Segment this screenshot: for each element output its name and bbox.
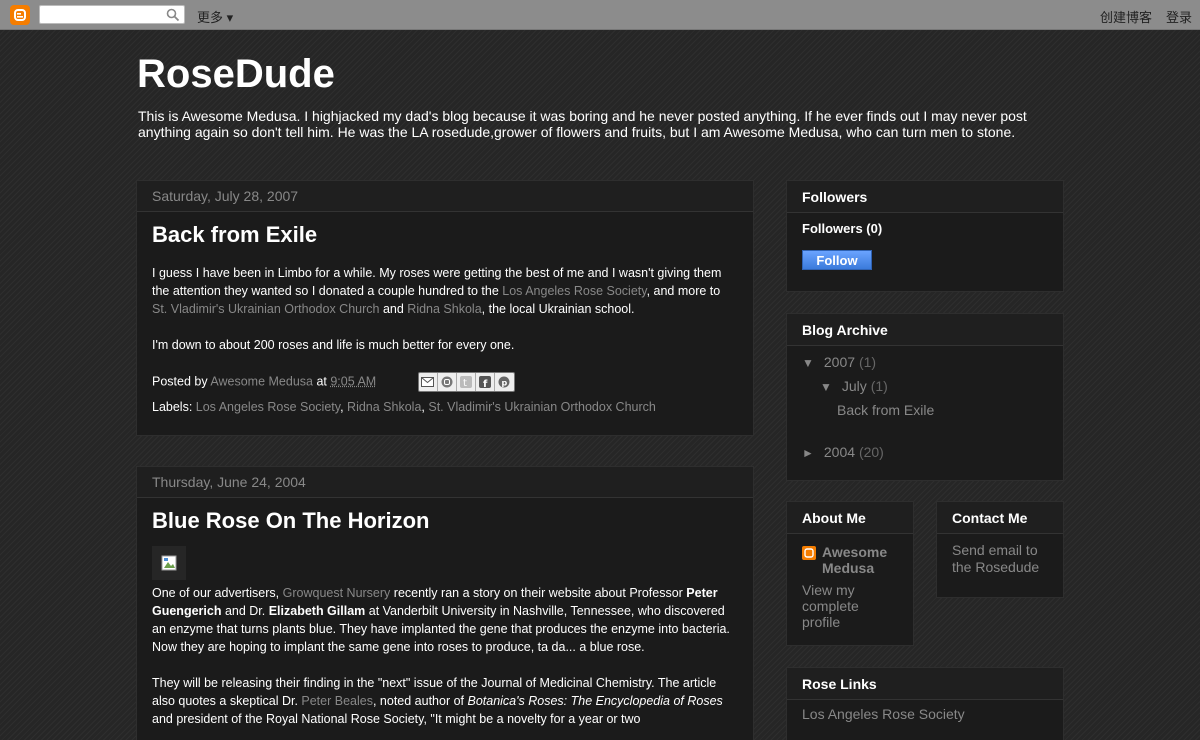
more-menu[interactable]: 更多 ▾: [197, 7, 233, 26]
author-link[interactable]: Awesome Medusa: [210, 374, 313, 388]
post-date: Thursday, June 24, 2004: [137, 467, 753, 498]
archive-year-link[interactable]: 2004: [824, 444, 855, 460]
create-blog-link[interactable]: 创建博客: [1100, 7, 1152, 26]
post-text-run: and: [379, 302, 408, 316]
archive-count: (1): [870, 378, 888, 394]
send-email-link[interactable]: Send email to the Rosedude: [952, 542, 1048, 576]
book-title: Botanica's Roses: The Encyclopedia of Ro…: [467, 694, 723, 708]
login-link[interactable]: 登录: [1166, 7, 1192, 26]
archive-post-link[interactable]: Back from Exile: [837, 402, 934, 418]
post-footer: Posted by Awesome Medusa at 9:05 AM t f …: [152, 372, 738, 394]
blogger-profile-icon: [802, 546, 816, 560]
expand-toggle-icon[interactable]: ▼: [820, 375, 838, 399]
about-me-widget: About Me Awesome Medusa View my complete…: [786, 501, 914, 646]
post-text-run: , the local Ukrainian school.: [481, 302, 635, 316]
search-icon[interactable]: [166, 8, 180, 22]
label-link[interactable]: Ridna Shkola: [347, 400, 421, 414]
post-date: Saturday, July 28, 2007: [137, 181, 753, 212]
blogthis-share-icon[interactable]: [438, 373, 457, 391]
post-title[interactable]: Back from Exile: [152, 222, 738, 248]
contact-me-widget: Contact Me Send email to the Rosedude: [936, 501, 1064, 598]
follow-button[interactable]: Follow: [802, 250, 872, 270]
archive-count: (20): [858, 444, 884, 460]
archive-post: Back from Exile: [802, 398, 1048, 422]
view-profile-link[interactable]: View my complete profile: [802, 582, 898, 630]
collapse-toggle-icon[interactable]: ►: [802, 441, 820, 465]
blog-title[interactable]: RoseDude: [137, 52, 335, 97]
rose-link-item[interactable]: Los Angeles Rose Society: [802, 706, 965, 722]
link-peter-beales[interactable]: Peter Beales: [301, 694, 373, 708]
pinterest-share-icon[interactable]: p: [495, 373, 514, 391]
blogger-logo-icon[interactable]: [10, 5, 30, 25]
post-text-run: and president of the Royal National Rose…: [152, 712, 641, 726]
post-text-run: recently ran a story on their website ab…: [390, 586, 687, 600]
post-title[interactable]: Blue Rose On The Horizon: [152, 508, 738, 534]
post-paragraph: I'm down to about 200 roses and life is …: [152, 338, 515, 352]
bold-name: Elizabeth Gillam: [268, 604, 366, 618]
link-st-vladimirs[interactable]: St. Vladimir's Ukrainian Orthodox Church: [152, 302, 379, 316]
label-link[interactable]: Los Angeles Rose Society: [196, 400, 340, 414]
post-text-run: and Dr.: [221, 604, 269, 618]
post-labels: Labels: Los Angeles Rose Society, Ridna …: [152, 400, 656, 414]
link-la-rose-society[interactable]: Los Angeles Rose Society: [502, 284, 646, 298]
link-growquest-nursery[interactable]: Growquest Nursery: [283, 586, 391, 600]
svg-text:t: t: [463, 378, 467, 388]
blog-archive-widget: Blog Archive ▼ 2007 (1) ▼ July (1) Back …: [786, 313, 1064, 481]
expand-toggle-icon[interactable]: ▼: [802, 351, 820, 375]
link-ridna-shkola[interactable]: Ridna Shkola: [407, 302, 481, 316]
widget-title: Followers: [787, 181, 1063, 213]
followers-count: Followers (0): [802, 221, 883, 236]
post-back-from-exile: Saturday, July 28, 2007 Back from Exile …: [136, 180, 754, 436]
archive-year-2007: ▼ 2007 (1): [802, 350, 1048, 374]
blogger-navbar: 更多 ▾ 创建博客 登录: [0, 0, 1200, 30]
archive-month-link[interactable]: July: [842, 378, 867, 394]
label-link[interactable]: St. Vladimir's Ukrainian Orthodox Church: [428, 400, 655, 414]
svg-text:f: f: [483, 379, 488, 388]
widget-title: About Me: [787, 502, 913, 534]
share-buttons: t f p: [417, 372, 515, 392]
labels-prefix: Labels:: [152, 400, 196, 414]
twitter-share-icon[interactable]: t: [457, 373, 476, 391]
svg-text:p: p: [502, 379, 508, 388]
post-text: One of our advertisers, Growquest Nurser…: [152, 584, 738, 728]
post-text-run: , noted author of: [372, 694, 468, 708]
archive-year-2004: ► 2004 (20): [802, 440, 1048, 464]
widget-title: Rose Links: [787, 668, 1063, 700]
broken-image-icon: [152, 546, 186, 580]
post-text: I guess I have been in Limbo for a while…: [152, 264, 738, 354]
post-time-link[interactable]: 9:05 AM: [330, 374, 376, 388]
archive-year-link[interactable]: 2007: [824, 354, 855, 370]
widget-title: Contact Me: [937, 502, 1063, 534]
posted-by-label: Posted by: [152, 374, 211, 389]
followers-widget: Followers Followers (0) Follow: [786, 180, 1064, 292]
profile-name-link[interactable]: Awesome Medusa: [822, 544, 898, 576]
post-blue-rose: Thursday, June 24, 2004 Blue Rose On The…: [136, 466, 754, 740]
at-label: at: [312, 374, 331, 389]
widget-title: Blog Archive: [787, 314, 1063, 346]
email-share-icon[interactable]: [419, 373, 438, 391]
blog-description: This is Awesome Medusa. I highjacked my …: [138, 108, 1027, 140]
rose-links-widget: Rose Links Los Angeles Rose Society: [786, 667, 1064, 740]
archive-count: (1): [858, 354, 877, 370]
search-input[interactable]: [39, 5, 185, 24]
facebook-share-icon[interactable]: f: [476, 373, 495, 391]
post-text-run: , and more to: [646, 284, 721, 298]
archive-month-july: ▼ July (1): [802, 374, 1048, 398]
post-text-run: One of our advertisers,: [152, 586, 283, 600]
